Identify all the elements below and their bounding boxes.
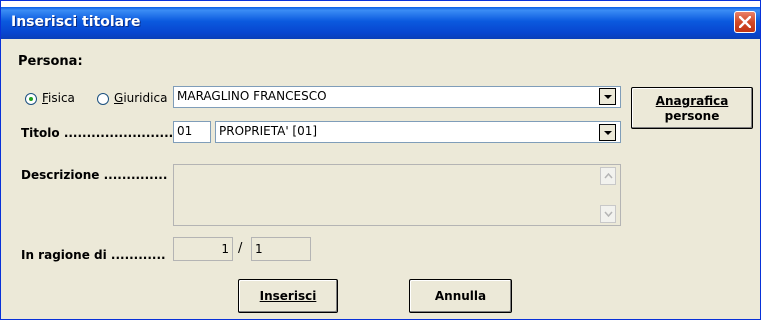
close-icon <box>739 16 751 28</box>
radio-selected-dot <box>29 97 33 101</box>
annulla-label: Annulla <box>434 289 487 303</box>
descrizione-scroll-up[interactable] <box>600 167 616 185</box>
titolo-dropdown-button[interactable] <box>599 124 616 141</box>
persona-label: Persona: <box>18 54 83 69</box>
chevron-up-icon <box>604 173 613 179</box>
persona-dropdown-button[interactable] <box>599 88 616 105</box>
ragione-denominator-field[interactable]: 1 <box>251 237 311 261</box>
descrizione-scroll-down[interactable] <box>600 205 616 223</box>
persona-select-value: MARAGLINO FRANCESCO <box>177 89 327 103</box>
titolo-code-field[interactable]: 01 <box>173 121 211 143</box>
annulla-button[interactable]: Annulla <box>409 279 512 313</box>
window-title: Inserisci titolare <box>11 14 141 30</box>
dialog-window: Inserisci titolare Persona: Fisica Giuri… <box>0 0 761 320</box>
titolo-label: Titolo ........................ <box>21 126 174 140</box>
ragione-numerator-field[interactable]: 1 <box>173 237 233 261</box>
titolo-select[interactable]: PROPRIETA' [01] <box>215 121 621 143</box>
anagrafica-persone-button[interactable]: Anagrafica persone <box>631 87 753 129</box>
title-bar[interactable]: Inserisci titolare <box>1 7 760 39</box>
radio-fisica-label: Fisica <box>42 91 75 105</box>
inserisci-button[interactable]: Inserisci <box>238 279 338 313</box>
anagrafica-line1: Anagrafica <box>655 94 729 108</box>
close-button[interactable] <box>734 11 756 33</box>
giuridica-label-rest: iuridica <box>123 91 168 105</box>
radio-giuridica[interactable] <box>97 93 109 105</box>
radio-fisica[interactable] <box>25 93 37 105</box>
fisica-label-rest: isica <box>48 91 75 105</box>
chevron-down-icon <box>604 211 613 217</box>
titolo-select-value: PROPRIETA' [01] <box>219 124 318 138</box>
radio-giuridica-label: Giuridica <box>114 91 168 105</box>
ragione-separator: / <box>238 241 243 256</box>
ragione-label: In ragione di ............ <box>21 248 166 262</box>
titolo-code-value: 01 <box>177 124 193 138</box>
ragione-numerator-value: 1 <box>221 242 229 256</box>
ragione-denominator-value: 1 <box>255 242 263 256</box>
anagrafica-line2: persone <box>664 109 720 123</box>
persona-select[interactable]: MARAGLINO FRANCESCO <box>173 86 621 108</box>
inserisci-label: Inserisci <box>259 289 317 303</box>
descrizione-textarea[interactable] <box>173 164 621 226</box>
descrizione-label: Descrizione .............. <box>21 168 168 182</box>
